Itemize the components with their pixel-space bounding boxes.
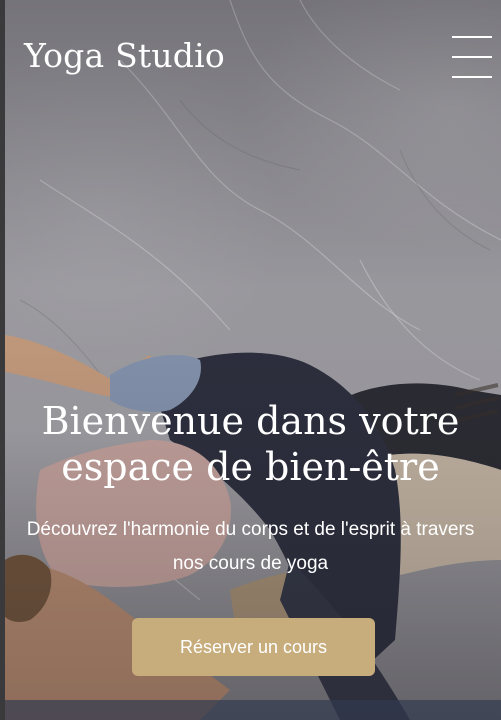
- menu-button[interactable]: [452, 36, 492, 80]
- hero-subtitle: Découvrez l'harmonie du corps et de l'es…: [26, 519, 475, 574]
- brand-logo[interactable]: Yoga Studio: [24, 36, 225, 75]
- hero-section: Yoga Studio Bienvenue dans votre espace …: [0, 0, 501, 720]
- hero-overlay: [0, 0, 501, 720]
- hero-title: Bienvenue dans votre espace de bien-être: [41, 399, 460, 489]
- left-edge-strip: [0, 0, 5, 720]
- book-class-button[interactable]: Réserver un cours: [132, 618, 375, 676]
